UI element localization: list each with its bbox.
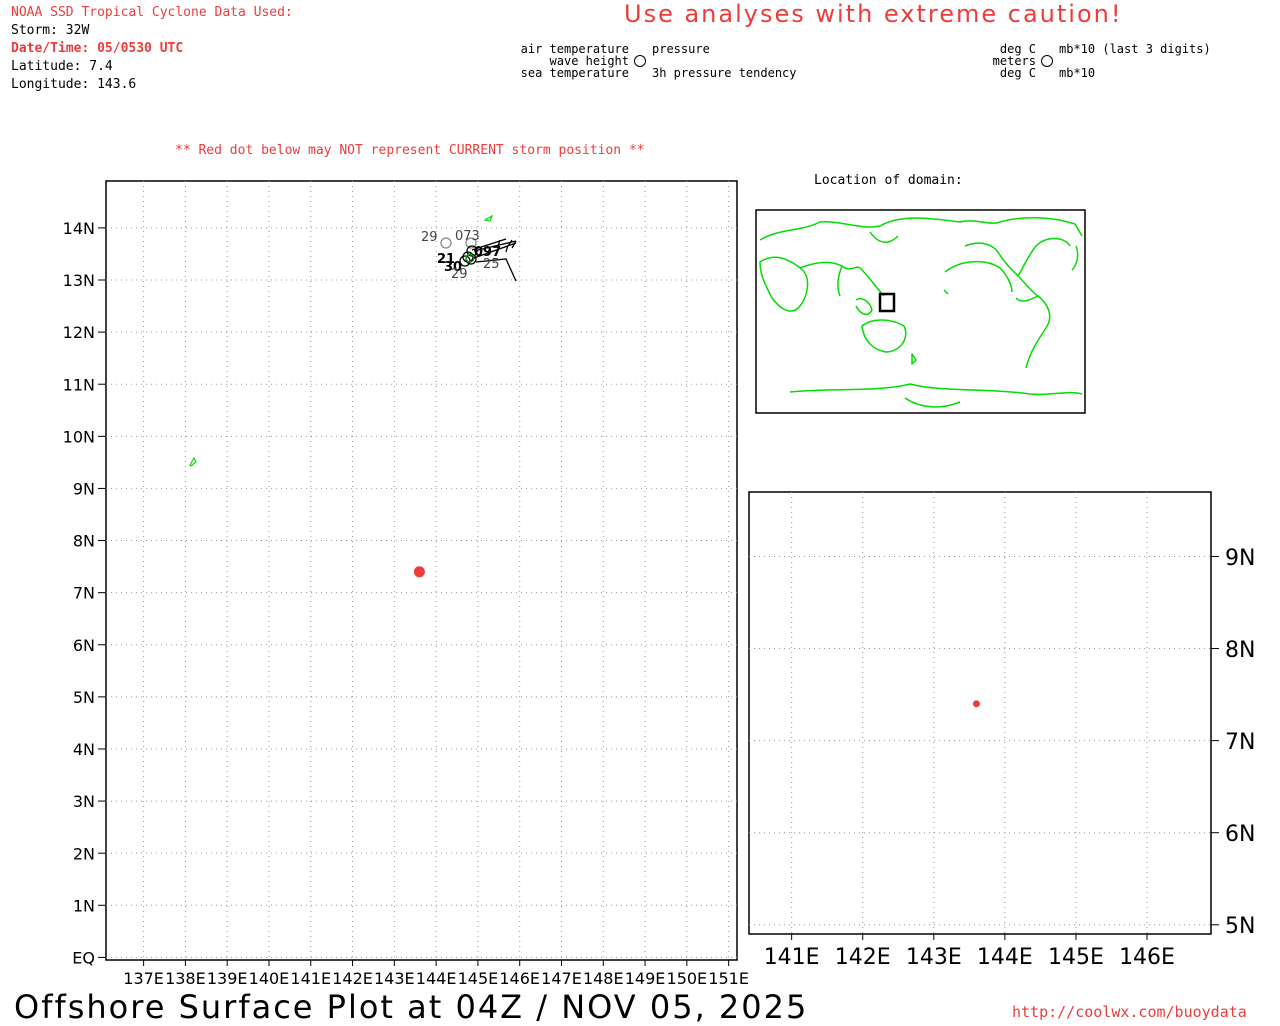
x-tick-label: 143E xyxy=(374,969,415,988)
zoom-map-chart: 141E 142E 143E 144E 145E 146E 5N 6N 7N 8N 9N xyxy=(748,491,1255,970)
y-tick-label: 4N xyxy=(73,740,95,759)
x-tick-label: 150E xyxy=(667,969,708,988)
y-tick-label: 2N xyxy=(73,844,95,863)
x-tick-label: 141E xyxy=(764,945,820,970)
y-tick-label: 11N xyxy=(63,375,95,394)
y-tick-label: 6N xyxy=(73,636,95,655)
plot-frame xyxy=(748,491,1212,935)
x-tick-label: 138E xyxy=(165,969,206,988)
x-tick-label: 145E xyxy=(1048,945,1104,970)
x-tick-label: 137E xyxy=(123,969,164,988)
x-tick-label: 151E xyxy=(708,969,749,988)
source-url[interactable]: http://coolwx.com/buoydata xyxy=(1012,1003,1247,1021)
chart-canvas: 137E 138E 139E 140E 141E 142E 143E 144E 145E 146E… xyxy=(63,180,1255,988)
y-tick-label: 9N xyxy=(73,480,95,499)
y-tick-label: 10N xyxy=(63,427,95,446)
y-tick-label: 8N xyxy=(1225,638,1255,663)
station-value-label: 29 xyxy=(421,230,438,245)
x-tick-label: 149E xyxy=(625,969,666,988)
y-tick-label: 12N xyxy=(63,323,95,342)
x-tick-label: 142E xyxy=(835,945,891,970)
main-map-chart: 137E 138E 139E 140E 141E 142E 143E 144E 145E 146E… xyxy=(63,180,749,988)
storm-position-dot xyxy=(413,566,425,578)
y-tick-label: 14N xyxy=(63,219,95,238)
y-tick-label: 5N xyxy=(1225,914,1255,939)
x-tick-label: 141E xyxy=(290,969,331,988)
x-tick-label: 147E xyxy=(541,969,582,988)
y-tick-label: 8N xyxy=(73,532,95,551)
y-tick-label: 7N xyxy=(73,584,95,603)
plot-title: Offshore Surface Plot at 04Z / NOV 05, 2… xyxy=(14,988,809,1026)
station-value-label: 097 xyxy=(474,245,501,260)
x-tick-label: 146E xyxy=(499,969,540,988)
y-tick-label: 9N xyxy=(1225,546,1255,571)
world-locator-map xyxy=(755,209,1086,414)
y-tick-label: 6N xyxy=(1225,822,1255,847)
x-tick-label: 139E xyxy=(207,969,248,988)
x-tick-label: 144E xyxy=(416,969,457,988)
x-tick-label: 142E xyxy=(332,969,373,988)
station-value-label: 073 xyxy=(455,229,480,244)
x-tick-label: 143E xyxy=(906,945,962,970)
y-tick-label: 13N xyxy=(63,271,95,290)
y-tick-label: 1N xyxy=(73,896,95,915)
x-tick-label: 145E xyxy=(458,969,499,988)
y-tick-label: 7N xyxy=(1225,730,1255,755)
station-value-label: 29 xyxy=(451,267,468,282)
y-tick-label: 5N xyxy=(73,688,95,707)
y-tick-label: EQ xyxy=(72,948,95,967)
storm-position-dot-zoom xyxy=(972,700,980,708)
x-tick-label: 146E xyxy=(1119,945,1175,970)
x-tick-label: 148E xyxy=(583,969,624,988)
x-tick-label: 140E xyxy=(249,969,290,988)
x-tick-label: 144E xyxy=(977,945,1033,970)
y-tick-label: 3N xyxy=(73,792,95,811)
